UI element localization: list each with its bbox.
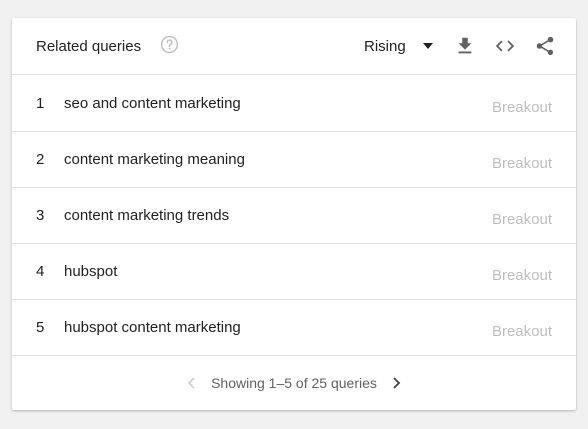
row-rank: 1 <box>36 95 45 112</box>
share-icon[interactable] <box>534 35 556 57</box>
pagination-text: Showing 1–5 of 25 queries <box>211 375 377 391</box>
row-query[interactable]: content marketing meaning <box>64 151 245 168</box>
table-row[interactable]: 5 hubspot content marketing Breakout <box>12 299 576 356</box>
row-rank: 3 <box>36 207 45 224</box>
row-query[interactable]: seo and content marketing <box>64 95 241 112</box>
help-icon[interactable] <box>160 35 179 54</box>
chevron-left-icon[interactable] <box>185 376 199 390</box>
chevron-right-icon[interactable] <box>389 376 403 390</box>
card-footer: Showing 1–5 of 25 queries <box>12 355 576 410</box>
row-query[interactable]: hubspot <box>64 263 117 280</box>
row-value: Breakout <box>491 267 552 284</box>
row-query[interactable]: content marketing trends <box>64 207 229 224</box>
embed-code-icon[interactable] <box>494 35 516 57</box>
row-query[interactable]: hubspot content marketing <box>64 319 241 336</box>
metric-dropdown-value: Rising <box>364 37 406 55</box>
related-queries-card: Related queries Rising 1 seo and content… <box>12 18 576 410</box>
row-value: Breakout <box>491 323 552 340</box>
table-row[interactable]: 4 hubspot Breakout <box>12 243 576 300</box>
card-header: Related queries Rising <box>12 18 576 75</box>
card-title: Related queries <box>36 38 142 55</box>
pagination: Showing 1–5 of 25 queries <box>12 375 576 391</box>
table-row[interactable]: 3 content marketing trends Breakout <box>12 187 576 244</box>
caret-down-icon <box>422 43 433 49</box>
table-row[interactable]: 1 seo and content marketing Breakout <box>12 75 576 132</box>
row-value: Breakout <box>491 155 552 172</box>
row-value: Breakout <box>491 99 552 116</box>
row-value: Breakout <box>491 211 552 228</box>
metric-dropdown[interactable]: Rising <box>364 32 434 60</box>
table-row[interactable]: 2 content marketing meaning Breakout <box>12 131 576 188</box>
row-rank: 2 <box>36 151 45 168</box>
row-rank: 4 <box>36 263 45 280</box>
row-rank: 5 <box>36 319 45 336</box>
download-icon[interactable] <box>454 35 476 57</box>
